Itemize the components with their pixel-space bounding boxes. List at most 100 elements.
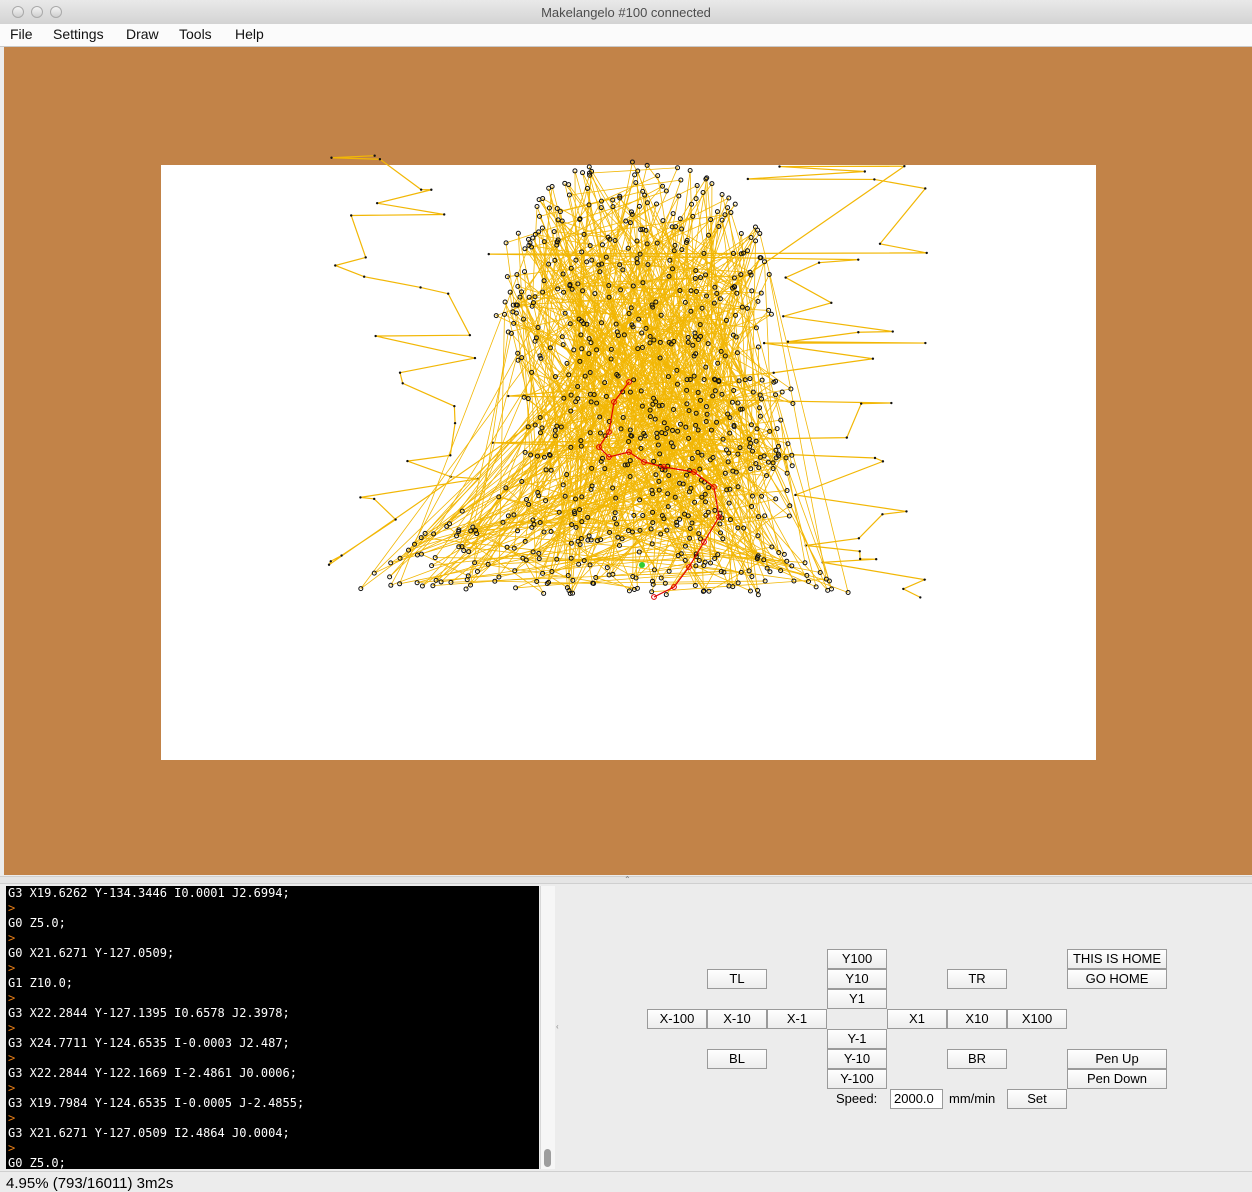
jog-y100-button[interactable]: Y100	[827, 949, 887, 969]
plot-point	[419, 188, 423, 191]
jog-y1-button[interactable]: Y1	[827, 989, 887, 1009]
plot-point	[375, 201, 379, 205]
console-command-line: G0 Z5.0;	[8, 916, 66, 930]
console-prompt: >	[8, 1081, 16, 1095]
console-command-line: G3 X22.2844 Y-127.1395 I0.6578 J2.3978;	[8, 1006, 290, 1020]
split-grip-icon: ⌃	[624, 875, 631, 884]
console-command-line: G3 X21.6271 Y-127.0509 I2.4864 J0.0004;	[8, 1126, 290, 1140]
plot-point	[401, 382, 404, 385]
plot-point	[873, 456, 877, 460]
plot-point	[350, 214, 353, 217]
jog-y-minus10-button[interactable]: Y-10	[827, 1049, 887, 1069]
plot-point	[830, 301, 833, 305]
plot-point	[327, 563, 331, 566]
jog-x-minus10-button[interactable]: X-10	[707, 1009, 767, 1029]
plot-point	[378, 158, 382, 161]
jog-x1-button[interactable]: X1	[887, 1009, 947, 1029]
plot-point	[362, 275, 366, 278]
console-prompt: >	[8, 1021, 16, 1035]
plot-point	[863, 170, 867, 173]
jog-y-minus1-button[interactable]: Y-1	[827, 1029, 887, 1049]
plot-point	[473, 356, 477, 360]
speed-input[interactable]: 2000.0	[890, 1089, 943, 1109]
jog-y10-button[interactable]: Y10	[827, 969, 887, 989]
console-prompt: >	[8, 1111, 16, 1125]
plot-point	[329, 560, 332, 563]
console-command-line: G3 X19.6262 Y-134.3446 I0.0001 J2.6994;	[8, 886, 290, 900]
plot-point	[873, 178, 876, 181]
plot-point	[373, 154, 376, 157]
plot-point	[859, 402, 863, 405]
plot-point	[406, 459, 409, 463]
console-prompt: >	[8, 931, 16, 945]
plot-point	[881, 513, 884, 516]
go-home-button[interactable]: GO HOME	[1067, 969, 1167, 989]
menu-file[interactable]: File	[10, 26, 33, 42]
corner-tr-button[interactable]: TR	[947, 969, 1007, 989]
plot-point	[468, 333, 472, 337]
menu-help[interactable]: Help	[235, 26, 264, 42]
menu-settings[interactable]: Settings	[53, 26, 104, 42]
plot-point	[857, 258, 860, 261]
set-speed-button[interactable]: Set	[1007, 1089, 1067, 1109]
jog-x10-button[interactable]: X10	[947, 1009, 1007, 1029]
plot-point	[330, 156, 333, 159]
plot-point	[871, 357, 875, 360]
corner-tl-button[interactable]: TL	[707, 969, 767, 989]
vertical-split-grip-icon[interactable]: ‹	[556, 1022, 559, 1031]
plot-point	[430, 188, 433, 191]
menu-bar: File Settings Draw Tools Help	[0, 24, 1252, 47]
plot-point	[891, 330, 894, 333]
plot-point	[878, 242, 882, 245]
plot-point	[772, 371, 775, 374]
console-command-line: G0 X21.6271 Y-127.0509;	[8, 946, 175, 960]
console-scrollbar[interactable]	[540, 886, 555, 1169]
this-is-home-button[interactable]: THIS IS HOME	[1067, 949, 1167, 969]
drawing-preview	[327, 154, 928, 600]
jog-y-minus100-button[interactable]: Y-100	[827, 1069, 887, 1089]
gcode-console[interactable]: G3 X19.6262 Y-134.3446 I0.0001 J2.6994; >…	[6, 886, 539, 1169]
plot-point	[419, 286, 422, 289]
plot-point	[925, 251, 928, 255]
plot-point	[334, 264, 337, 267]
plot-point	[857, 331, 860, 334]
plot-point	[746, 177, 750, 181]
plot-point	[453, 404, 456, 408]
jog-x-minus100-button[interactable]: X-100	[647, 1009, 707, 1029]
pen-position-marker	[639, 562, 645, 568]
console-scroll-thumb[interactable]	[544, 1149, 551, 1167]
plot-point	[762, 341, 766, 345]
corner-br-button[interactable]: BR	[947, 1049, 1007, 1069]
plot-point	[398, 371, 402, 374]
plot-point	[903, 165, 906, 168]
plot-point	[794, 493, 797, 497]
plot-point	[394, 518, 397, 521]
jog-x-minus1-button[interactable]: X-1	[767, 1009, 827, 1029]
plot-point	[453, 421, 457, 425]
plot-point	[858, 557, 862, 561]
corner-bl-button[interactable]: BL	[707, 1049, 767, 1069]
horizontal-split-handle[interactable]: ⌃	[0, 875, 1252, 884]
plot-point	[857, 537, 861, 540]
console-prompt: >	[8, 961, 16, 975]
menu-tools[interactable]: Tools	[179, 26, 212, 42]
speed-unit-label: mm/min	[949, 1091, 996, 1106]
drawing-canvas[interactable]	[4, 47, 1252, 875]
menu-draw[interactable]: Draw	[126, 26, 159, 42]
plot-point	[784, 276, 787, 279]
plot-point	[364, 256, 367, 259]
speed-label: Speed:	[836, 1091, 878, 1106]
plot-point	[924, 187, 927, 190]
plot-point	[507, 394, 510, 398]
pen-down-button[interactable]: Pen Down	[1067, 1069, 1167, 1089]
pen-up-button[interactable]: Pen Up	[1067, 1049, 1167, 1069]
window-title: Makelangelo #100 connected	[541, 5, 711, 20]
console-command-line: G1 Z10.0;	[8, 976, 74, 990]
console-command-line: G0 Z5.0;	[8, 1156, 66, 1169]
console-command-line: G3 X19.7984 Y-124.6535 I-0.0005 J-2.4855…	[8, 1096, 305, 1110]
plot-point	[890, 401, 893, 405]
plot-point	[858, 550, 861, 553]
plot-paths	[327, 154, 928, 600]
jog-x100-button[interactable]: X100	[1007, 1009, 1067, 1029]
plot-point	[919, 596, 922, 599]
